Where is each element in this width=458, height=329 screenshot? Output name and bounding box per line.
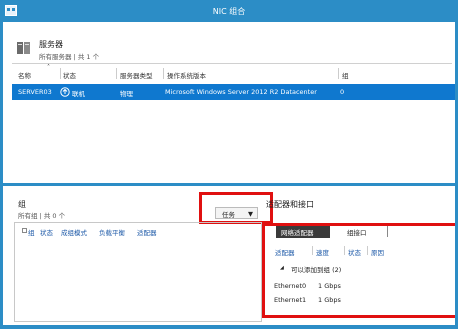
groups-subtitle: 所有组 | 共 0 个 xyxy=(18,212,66,220)
col-name[interactable]: 名称 xyxy=(18,70,31,80)
adapters-highlight-box xyxy=(262,223,458,318)
col-group-status[interactable]: 状态 xyxy=(40,227,53,237)
col-status[interactable]: 状态 xyxy=(63,70,76,80)
col-adapters[interactable]: 适配器 xyxy=(137,227,157,237)
col-teaming-mode[interactable]: 成组模式 xyxy=(61,227,87,237)
col-sep xyxy=(338,68,339,79)
server-status: 联机 xyxy=(72,90,85,98)
servers-title: 服务器 xyxy=(39,40,63,49)
col-group[interactable]: 组 xyxy=(28,227,35,237)
tasks-button[interactable]: 任务 ▼ xyxy=(215,207,258,219)
select-all-checkbox[interactable] xyxy=(22,228,27,233)
col-os-version[interactable]: 操作系统版本 xyxy=(167,70,206,80)
sort-up-icon: ˄ xyxy=(47,64,50,71)
server-groups-count: 0 xyxy=(340,88,345,96)
window-title: NIC 组合 xyxy=(212,7,246,16)
col-load-balancing[interactable]: 负载平衡 xyxy=(99,227,125,237)
server-row-selected[interactable]: SERVER03 联机 物理 Microsoft Windows Server … xyxy=(12,84,458,100)
server-name: SERVER03 xyxy=(18,88,52,96)
groups-list[interactable] xyxy=(14,222,262,322)
section-divider xyxy=(0,183,458,186)
servers-icon xyxy=(17,42,30,54)
col-server-type[interactable]: 服务器类型 xyxy=(120,70,153,80)
dropdown-arrow-icon: ▼ xyxy=(248,210,253,218)
col-sep xyxy=(60,68,61,79)
server-type: 物理 xyxy=(120,90,133,98)
servers-subtitle: 所有服务器 | 共 1 个 xyxy=(39,53,100,61)
tasks-label: 任务 xyxy=(222,211,235,219)
bottom-border xyxy=(0,325,458,329)
col-sep xyxy=(116,68,117,79)
adapters-title: 适配器和接口 xyxy=(266,200,314,209)
col-sep xyxy=(163,68,164,79)
col-groups[interactable]: 组 xyxy=(342,70,349,80)
groups-title: 组 xyxy=(18,200,26,209)
server-os: Microsoft Windows Server 2012 R2 Datacen… xyxy=(165,88,317,96)
online-icon xyxy=(60,87,70,97)
servers-divider xyxy=(12,63,452,64)
